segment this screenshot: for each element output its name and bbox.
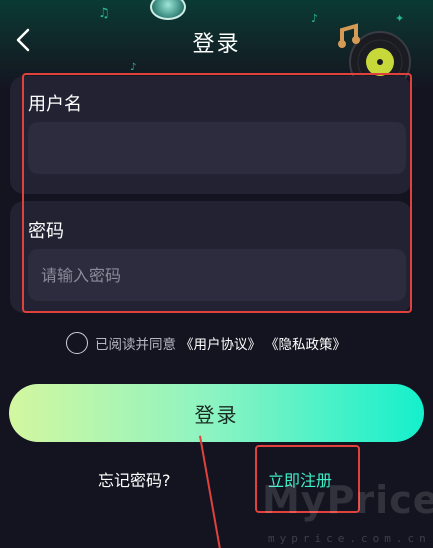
login-button[interactable]: 登录 [9, 384, 424, 442]
username-input[interactable] [28, 122, 406, 174]
annotation-arrow [199, 435, 222, 548]
privacy-policy-link[interactable]: 《隐私政策》 [265, 333, 346, 353]
watermark-logo: MyPrice [262, 478, 433, 522]
password-label: 密码 [28, 221, 64, 242]
user-agreement-link[interactable]: 《用户协议》 [180, 333, 261, 353]
password-card: 密码 [10, 201, 412, 313]
page-title: 登录 [192, 32, 241, 57]
agreement-checkbox[interactable] [66, 332, 88, 354]
username-label: 用户名 [28, 94, 82, 115]
watermark-url: myprice.com.cn [268, 532, 431, 545]
username-card: 用户名 [10, 76, 412, 194]
forgot-password-link[interactable]: 忘记密码? [98, 467, 171, 491]
app-header: 登录 [0, 18, 433, 64]
password-input[interactable] [28, 249, 406, 301]
agreement-row: 已阅读并同意 《用户协议》 《隐私政策》 [66, 331, 346, 355]
agreement-text: 已阅读并同意 [95, 337, 176, 353]
